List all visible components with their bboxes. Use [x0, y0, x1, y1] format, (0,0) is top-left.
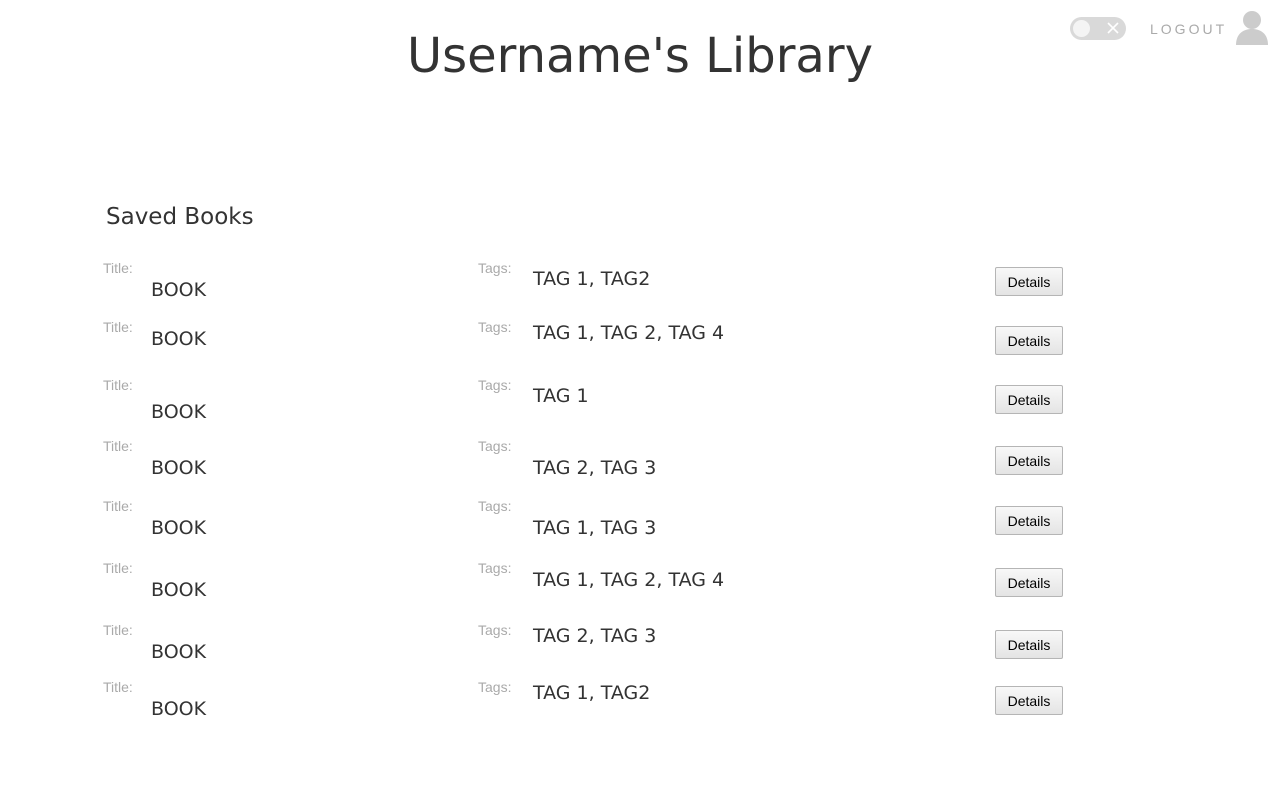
book-row: Title: BOOK Tags: TAG 1, TAG2 Details [0, 679, 1280, 739]
book-title: BOOK [151, 457, 207, 479]
title-label: Title: [103, 438, 133, 454]
book-row: Title: BOOK Tags: TAG 1, TAG 2, TAG 4 De… [0, 319, 1280, 379]
details-button[interactable]: Details [995, 267, 1063, 296]
book-title: BOOK [151, 641, 207, 663]
title-label: Title: [103, 377, 133, 393]
logout-link[interactable]: LOGOUT [1150, 21, 1227, 37]
title-label: Title: [103, 260, 133, 276]
book-row: Title: BOOK Tags: TAG 2, TAG 3 Details [0, 622, 1280, 682]
tags-label: Tags: [478, 679, 512, 695]
tags-label: Tags: [478, 319, 512, 335]
book-tags: TAG 1, TAG 2, TAG 4 [533, 322, 725, 344]
book-row: Title: BOOK Tags: TAG 1, TAG2 Details [0, 260, 1280, 320]
details-button[interactable]: Details [995, 506, 1063, 535]
close-icon [1107, 22, 1119, 34]
book-title: BOOK [151, 698, 207, 720]
tags-label: Tags: [478, 260, 512, 276]
tags-label: Tags: [478, 377, 512, 393]
book-title: BOOK [151, 328, 207, 350]
section-title: Saved Books [106, 204, 254, 230]
book-title: BOOK [151, 279, 207, 301]
book-tags: TAG 2, TAG 3 [533, 457, 657, 479]
details-button[interactable]: Details [995, 686, 1063, 715]
tags-label: Tags: [478, 498, 512, 514]
user-avatar-icon[interactable] [1236, 10, 1268, 45]
book-tags: TAG 1, TAG2 [533, 682, 651, 704]
details-button[interactable]: Details [995, 568, 1063, 597]
book-title: BOOK [151, 517, 207, 539]
book-tags: TAG 1, TAG2 [533, 268, 651, 290]
title-label: Title: [103, 560, 133, 576]
theme-toggle[interactable] [1070, 17, 1126, 40]
book-title: BOOK [151, 401, 207, 423]
book-row: Title: BOOK Tags: TAG 1 Details [0, 377, 1280, 437]
details-button[interactable]: Details [995, 446, 1063, 475]
book-tags: TAG 2, TAG 3 [533, 625, 657, 647]
details-button[interactable]: Details [995, 385, 1063, 414]
book-row: Title: BOOK Tags: TAG 2, TAG 3 Details [0, 438, 1280, 498]
details-button[interactable]: Details [995, 326, 1063, 355]
tags-label: Tags: [478, 622, 512, 638]
book-row: Title: BOOK Tags: TAG 1, TAG 2, TAG 4 De… [0, 560, 1280, 620]
book-tags: TAG 1, TAG 2, TAG 4 [533, 569, 725, 591]
title-label: Title: [103, 319, 133, 335]
title-label: Title: [103, 622, 133, 638]
book-tags: TAG 1, TAG 3 [533, 517, 657, 539]
title-label: Title: [103, 679, 133, 695]
book-tags: TAG 1 [533, 385, 589, 407]
tags-label: Tags: [478, 438, 512, 454]
title-label: Title: [103, 498, 133, 514]
tags-label: Tags: [478, 560, 512, 576]
book-row: Title: BOOK Tags: TAG 1, TAG 3 Details [0, 498, 1280, 558]
book-title: BOOK [151, 579, 207, 601]
details-button[interactable]: Details [995, 630, 1063, 659]
toggle-knob [1073, 20, 1090, 37]
